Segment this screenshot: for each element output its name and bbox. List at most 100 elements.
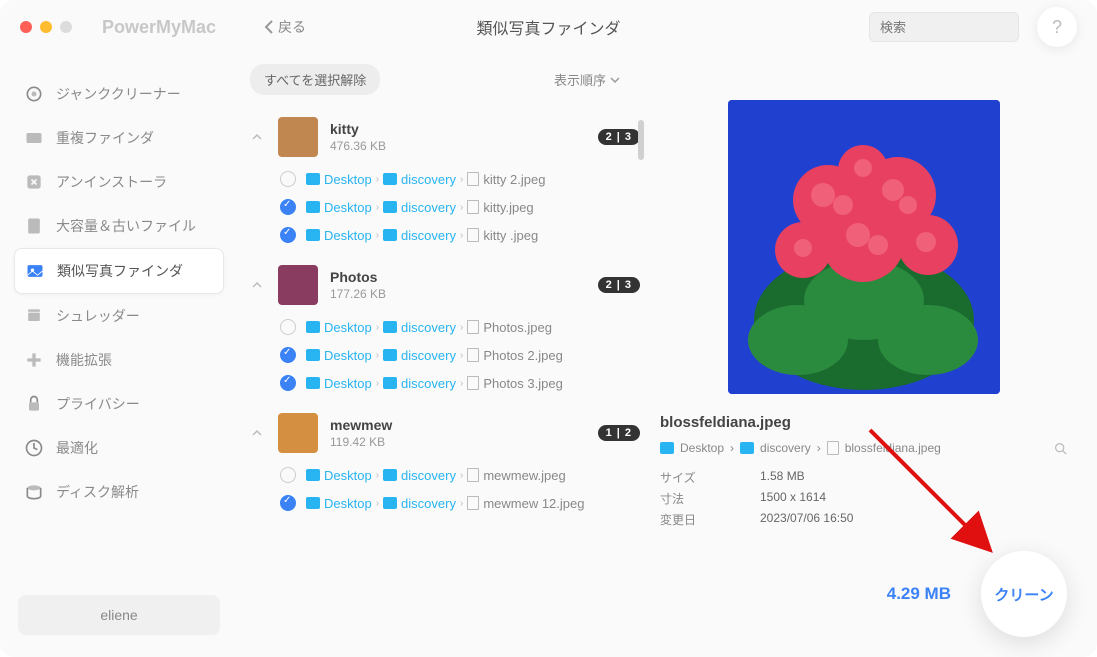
group-thumbnail xyxy=(278,265,318,305)
group-header[interactable]: Photos 177.26 KB 2 | 3 xyxy=(248,257,640,313)
collapse-icon[interactable] xyxy=(248,424,266,442)
file-path: Desktop›discovery›Photos 2.jpeg xyxy=(306,348,563,363)
file-checkbox[interactable] xyxy=(280,495,296,511)
file-checkbox[interactable] xyxy=(280,171,296,187)
file-checkbox[interactable] xyxy=(280,467,296,483)
search-field[interactable] xyxy=(869,12,1019,42)
folder-icon xyxy=(306,377,320,389)
sidebar-item-shredder[interactable]: シュレッダー xyxy=(14,294,224,338)
group-badge: 1 | 2 xyxy=(598,425,640,441)
group-size: 119.42 KB xyxy=(330,435,586,449)
shredder-icon xyxy=(24,306,44,326)
collapse-icon[interactable] xyxy=(248,276,266,294)
duplicate-finder-icon xyxy=(24,128,44,148)
file-row[interactable]: Desktop›discovery›kitty.jpeg xyxy=(248,193,640,221)
sidebar-item-label: 類似写真ファインダ xyxy=(57,261,183,281)
clean-button[interactable]: クリーン xyxy=(981,551,1067,637)
file-row[interactable]: Desktop›discovery›kitty .jpeg xyxy=(248,221,640,249)
app-name: PowerMyMac xyxy=(102,17,216,38)
user-tag[interactable]: eliene xyxy=(18,595,220,635)
group-header[interactable]: kitty 476.36 KB 2 | 3 xyxy=(248,109,640,165)
sidebar-item-label: ディスク解析 xyxy=(56,482,139,502)
preview-image xyxy=(728,100,1000,394)
titlebar: PowerMyMac 戻る 類似写真ファインダ ? xyxy=(0,0,1097,54)
sidebar-item-label: 重複ファインダ xyxy=(56,128,154,148)
folder-icon xyxy=(383,377,397,389)
search-input[interactable] xyxy=(880,20,1056,35)
minimize-window-icon[interactable] xyxy=(40,21,52,33)
sidebar-item-duplicate-finder[interactable]: 重複ファインダ xyxy=(14,116,224,160)
file-row[interactable]: Desktop›discovery›mewmew.jpeg xyxy=(248,461,640,489)
sidebar-item-large-old-files[interactable]: 大容量＆古いファイル xyxy=(14,204,224,248)
sidebar-item-disk-analysis[interactable]: ディスク解析 xyxy=(14,470,224,514)
back-button[interactable]: 戻る xyxy=(264,17,306,37)
preview-metadata: サイズ1.58 MB 寸法1500 x 1614 変更日2023/07/06 1… xyxy=(660,469,1067,528)
file-icon xyxy=(467,496,479,510)
sidebar: ジャンククリーナー重複ファインダアンインストーラ大容量＆古いファイル類似写真ファ… xyxy=(0,54,238,657)
file-icon xyxy=(467,376,479,390)
help-button[interactable]: ? xyxy=(1037,7,1077,47)
file-path: Desktop›discovery›kitty.jpeg xyxy=(306,200,534,215)
back-label: 戻る xyxy=(278,17,306,37)
photo-group: Photos 177.26 KB 2 | 3 Desktop›discovery… xyxy=(238,253,660,401)
folder-icon xyxy=(740,442,754,454)
folder-icon xyxy=(306,229,320,241)
large-old-files-icon xyxy=(24,216,44,236)
window-controls[interactable] xyxy=(20,21,72,33)
zoom-window-icon[interactable] xyxy=(60,21,72,33)
file-icon xyxy=(467,228,479,242)
reveal-icon[interactable] xyxy=(1054,442,1067,455)
file-path: Desktop›discovery›kitty 2.jpeg xyxy=(306,172,545,187)
sidebar-item-uninstaller[interactable]: アンインストーラ xyxy=(14,160,224,204)
photo-group: mewmew 119.42 KB 1 | 2 Desktop›discovery… xyxy=(238,401,660,521)
file-checkbox[interactable] xyxy=(280,347,296,363)
file-icon xyxy=(467,172,479,186)
file-row[interactable]: Desktop›discovery›Photos 2.jpeg xyxy=(248,341,640,369)
close-window-icon[interactable] xyxy=(20,21,32,33)
sidebar-item-label: 大容量＆古いファイル xyxy=(56,216,196,236)
group-badge: 2 | 3 xyxy=(598,129,640,145)
file-icon xyxy=(467,200,479,214)
folder-icon xyxy=(383,173,397,185)
sidebar-item-similar-photo-finder[interactable]: 類似写真ファインダ xyxy=(14,248,224,294)
disk-analysis-icon xyxy=(24,482,44,502)
file-icon xyxy=(467,320,479,334)
deselect-all-button[interactable]: すべてを選択解除 xyxy=(250,64,380,95)
folder-icon xyxy=(306,173,320,185)
folder-icon xyxy=(306,497,320,509)
sidebar-item-label: 最適化 xyxy=(56,438,98,458)
sidebar-item-junk-cleaner[interactable]: ジャンククリーナー xyxy=(14,72,224,116)
sidebar-item-extensions[interactable]: 機能拡張 xyxy=(14,338,224,382)
file-path: Desktop›discovery›Photos.jpeg xyxy=(306,320,552,335)
file-row[interactable]: Desktop›discovery›Photos 3.jpeg xyxy=(248,369,640,397)
file-checkbox[interactable] xyxy=(280,375,296,391)
file-row[interactable]: Desktop›discovery›kitty 2.jpeg xyxy=(248,165,640,193)
folder-icon xyxy=(383,469,397,481)
file-checkbox[interactable] xyxy=(280,227,296,243)
group-size: 177.26 KB xyxy=(330,287,586,301)
folder-icon xyxy=(306,201,320,213)
folder-icon xyxy=(383,349,397,361)
file-list-panel: すべてを選択解除 表示順序 kitty 476.36 KB 2 | 3 Desk… xyxy=(238,54,660,657)
file-row[interactable]: Desktop›discovery›Photos.jpeg xyxy=(248,313,640,341)
collapse-icon[interactable] xyxy=(248,128,266,146)
file-checkbox[interactable] xyxy=(280,199,296,215)
sidebar-item-optimize[interactable]: 最適化 xyxy=(14,426,224,470)
total-size: 4.29 MB xyxy=(887,584,951,604)
page-title: 類似写真ファインダ xyxy=(476,15,620,39)
scrollbar[interactable] xyxy=(638,120,644,160)
folder-icon xyxy=(306,349,320,361)
chevron-left-icon xyxy=(264,20,274,34)
preview-filename: blossfeldiana.jpeg xyxy=(660,414,1067,431)
sidebar-item-label: アンインストーラ xyxy=(56,172,167,192)
uninstaller-icon xyxy=(24,172,44,192)
file-path: Desktop›discovery›mewmew.jpeg xyxy=(306,468,566,483)
sidebar-item-privacy[interactable]: プライバシー xyxy=(14,382,224,426)
file-row[interactable]: Desktop›discovery›mewmew 12.jpeg xyxy=(248,489,640,517)
file-checkbox[interactable] xyxy=(280,319,296,335)
group-header[interactable]: mewmew 119.42 KB 1 | 2 xyxy=(248,405,640,461)
group-thumbnail xyxy=(278,117,318,157)
folder-icon xyxy=(383,201,397,213)
sort-button[interactable]: 表示順序 xyxy=(554,70,620,89)
sidebar-item-label: シュレッダー xyxy=(56,306,140,326)
